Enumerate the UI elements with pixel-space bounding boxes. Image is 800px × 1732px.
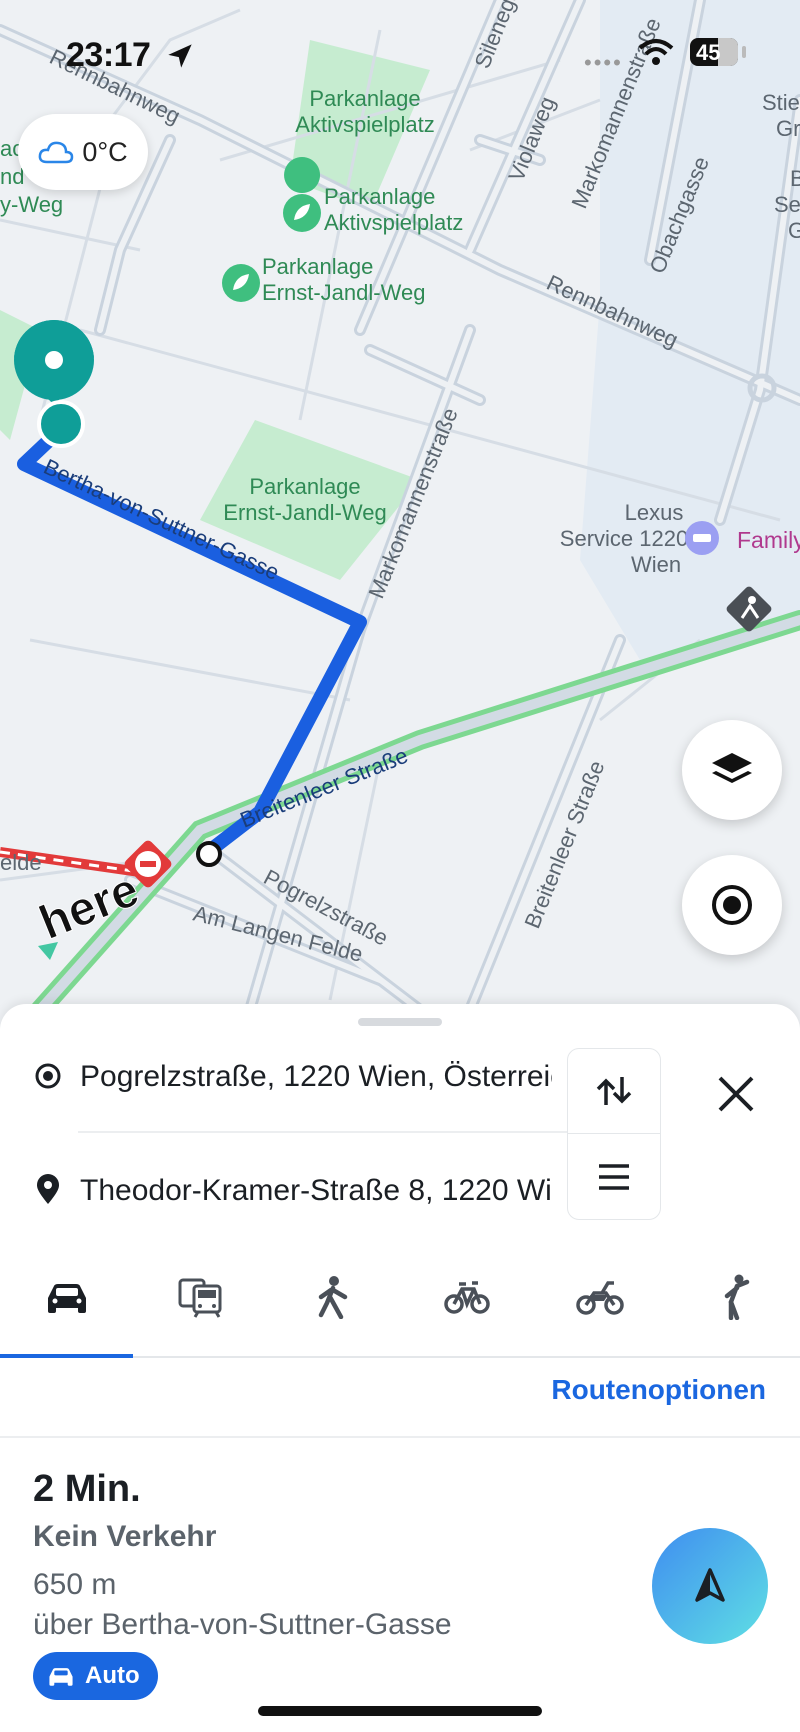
route-distance: 650 m <box>33 1568 117 1601</box>
home-indicator <box>258 1706 542 1716</box>
tab-motorcycle[interactable] <box>533 1238 666 1356</box>
origin-icon <box>35 1063 61 1089</box>
poi-label: Parkanlage <box>262 254 373 279</box>
location-arrow-icon <box>168 44 192 68</box>
status-bar: 23:17 •••• 45 <box>0 30 800 80</box>
menu-icon <box>599 1164 629 1190</box>
street-label: elde <box>0 850 42 875</box>
svg-text:B: B <box>790 166 800 191</box>
poi-label: Ernst-Jandl-Weg <box>262 280 425 305</box>
tab-bicycle[interactable] <box>400 1238 533 1356</box>
car-icon <box>47 1284 86 1313</box>
origin-field[interactable]: Pogrelzstraße, 1220 Wien, Österreich <box>80 1060 552 1094</box>
bicycle-icon <box>443 1281 490 1314</box>
mode-badge: Auto <box>33 1652 158 1700</box>
tab-scooter[interactable] <box>666 1238 799 1356</box>
route-via: über Bertha-von-Suttner-Gasse <box>33 1608 452 1641</box>
tab-public-transport[interactable] <box>133 1238 266 1356</box>
sheet-handle[interactable] <box>358 1018 442 1026</box>
clock: 23:17 <box>66 36 151 74</box>
reorder-button[interactable] <box>568 1135 660 1219</box>
my-location-icon <box>712 885 752 925</box>
poi-label: Family <box>737 527 800 553</box>
route-sheet: Pogrelzstraße, 1220 Wien, Österreich The… <box>0 1004 800 1732</box>
battery-icon: 45 <box>690 38 738 66</box>
car-icon <box>49 1668 73 1686</box>
poi-label: Lexus <box>625 500 684 525</box>
swap-button[interactable] <box>568 1049 660 1133</box>
mode-badge-label: Auto <box>85 1662 140 1689</box>
traffic-status: Kein Verkehr <box>33 1520 217 1553</box>
temperature: 0°C <box>82 136 128 167</box>
poi-label: Parkanlage <box>249 474 360 499</box>
close-button[interactable] <box>696 1054 776 1134</box>
navigation-arrow-icon <box>695 1568 725 1602</box>
tab-walk[interactable] <box>266 1238 399 1356</box>
route-duration: 2 Min. <box>33 1468 141 1510</box>
poi-label: Aktivspielplatz <box>295 112 434 137</box>
destination-field[interactable]: Theodor-Kramer-Straße 8, 1220 Wien <box>80 1174 552 1208</box>
tab-car[interactable] <box>0 1238 133 1358</box>
svg-text:Gr: Gr <box>776 116 800 141</box>
route-actions-box <box>567 1048 661 1220</box>
start-navigation-button[interactable] <box>652 1528 768 1644</box>
route-options-link[interactable]: Routenoptionen <box>551 1374 766 1406</box>
park-icon <box>222 264 260 302</box>
origin-point <box>196 841 222 867</box>
layers-icon <box>712 753 752 783</box>
poi-label: Service 1220 <box>560 526 688 551</box>
weather-chip[interactable]: 0°C <box>18 114 148 190</box>
close-icon <box>718 1076 754 1112</box>
poi-label: Ernst-Jandl-Weg <box>223 500 386 525</box>
street-label: y-Weg <box>0 192 63 217</box>
poi-label: Aktivspielplatz <box>324 210 463 235</box>
poi-label: Parkanlage <box>324 184 435 209</box>
destination-icon <box>37 1174 59 1204</box>
tram-icon <box>178 1278 221 1318</box>
svg-text:Stie: Stie <box>762 90 800 115</box>
recenter-button[interactable] <box>682 855 782 955</box>
scooter-icon <box>724 1274 749 1320</box>
wifi-icon <box>638 39 674 65</box>
car-service-icon <box>685 521 719 555</box>
svg-text:G: G <box>788 218 800 243</box>
signal-icon: •••• <box>584 50 623 75</box>
battery-level: 45 <box>696 40 721 65</box>
layers-button[interactable] <box>682 720 782 820</box>
walking-icon <box>318 1276 347 1319</box>
swap-icon <box>596 1077 632 1105</box>
poi-label: Parkanlage <box>309 86 420 111</box>
cloud-icon <box>38 141 74 164</box>
poi-label: Wien <box>631 552 681 577</box>
svg-text:Se: Se <box>774 192 800 217</box>
transport-mode-tabs <box>0 1238 800 1358</box>
motorcycle-icon <box>575 1281 624 1315</box>
